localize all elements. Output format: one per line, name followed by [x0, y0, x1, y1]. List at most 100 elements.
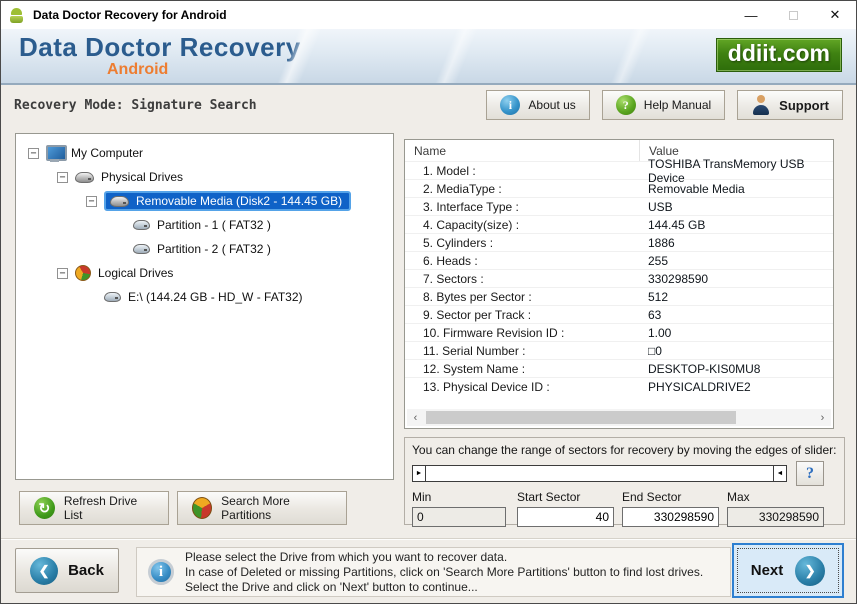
- back-label: Back: [68, 562, 104, 579]
- android-app-icon: [8, 7, 25, 24]
- next-arrow-icon: ❯: [795, 556, 825, 586]
- computer-icon: [46, 145, 64, 161]
- pie-chart-icon: [192, 497, 212, 519]
- tree-item[interactable]: Partition - 1 ( FAT32 ): [16, 213, 393, 237]
- property-name: 3. Interface Type :: [405, 200, 639, 214]
- scroll-right-icon[interactable]: ›: [814, 409, 831, 426]
- search-more-partitions-button[interactable]: Search More Partitions: [177, 491, 347, 525]
- tree-item-label: Removable Media (Disk2 - 144.45 GB): [136, 194, 342, 208]
- property-value: DESKTOP-KIS0MU8: [639, 362, 833, 376]
- maximize-icon: [789, 11, 798, 20]
- property-value: TOSHIBA TransMemory USB Device: [639, 157, 833, 185]
- tree-item-label: My Computer: [71, 146, 143, 160]
- table-row: 2. MediaType : Removable Media: [405, 179, 833, 197]
- ddiit-logo: ddiit.com: [716, 38, 842, 72]
- property-value: 1886: [639, 236, 833, 250]
- column-name: Name: [405, 144, 639, 158]
- collapse-icon[interactable]: −: [57, 268, 68, 279]
- table-row: 4. Capacity(size) : 144.45 GB: [405, 215, 833, 233]
- toolbar-buttons: i About us ? Help Manual Support: [486, 90, 843, 120]
- horizontal-scrollbar[interactable]: ‹ ›: [407, 409, 831, 426]
- table-row: 8. Bytes per Sector : 512: [405, 287, 833, 305]
- app-title: Data Doctor Recovery: [19, 32, 301, 63]
- help-manual-button[interactable]: ? Help Manual: [602, 90, 725, 120]
- property-name: 8. Bytes per Sector :: [405, 290, 639, 304]
- drive-icon: [110, 196, 129, 207]
- back-arrow-icon: ❮: [30, 557, 58, 585]
- end-sector-field[interactable]: [622, 507, 719, 527]
- tree-item-selected[interactable]: − Removable Media (Disk2 - 144.45 GB): [16, 189, 393, 213]
- property-name: 1. Model :: [405, 164, 639, 178]
- collapse-icon[interactable]: −: [57, 172, 68, 183]
- property-value: 144.45 GB: [639, 218, 833, 232]
- refresh-drive-list-button[interactable]: ↻ Refresh Drive List: [19, 491, 169, 525]
- help-manual-label: Help Manual: [644, 98, 711, 112]
- property-name: 4. Capacity(size) :: [405, 218, 639, 232]
- collapse-icon[interactable]: −: [86, 196, 97, 207]
- property-name: 9. Sector per Track :: [405, 308, 639, 322]
- drive-icon: [75, 172, 94, 183]
- drive-properties-table: Name Value 1. Model : TOSHIBA TransMemor…: [404, 139, 834, 429]
- tree-item-label: Logical Drives: [98, 266, 173, 280]
- back-button[interactable]: ❮ Back: [15, 548, 119, 593]
- next-label: Next: [751, 562, 784, 579]
- property-name: 6. Heads :: [405, 254, 639, 268]
- maximize-button[interactable]: [772, 1, 814, 29]
- property-name: 11. Serial Number :: [405, 344, 639, 358]
- tree-item[interactable]: − Logical Drives: [16, 261, 393, 285]
- mode-bar: Recovery Mode: Signature Search i About …: [1, 85, 856, 125]
- info-icon: i: [148, 559, 174, 585]
- end-sector-label: End Sector: [622, 490, 719, 504]
- table-row: 1. Model : TOSHIBA TransMemory USB Devic…: [405, 161, 833, 179]
- support-label: Support: [779, 98, 829, 113]
- start-sector-label: Start Sector: [517, 490, 614, 504]
- collapse-icon[interactable]: −: [28, 148, 39, 159]
- start-sector-field[interactable]: [517, 507, 614, 527]
- brand-block: Data Doctor Recovery Android: [19, 32, 301, 79]
- close-button[interactable]: ✕: [814, 1, 856, 29]
- table-row: 7. Sectors : 330298590: [405, 269, 833, 287]
- property-name: 2. MediaType :: [405, 182, 639, 196]
- slider-caption: You can change the range of sectors for …: [412, 443, 837, 457]
- max-field: [727, 507, 824, 527]
- property-value: USB: [639, 200, 833, 214]
- sector-range-slider[interactable]: ► ◄: [412, 465, 787, 482]
- refresh-icon: ↻: [34, 497, 55, 519]
- property-name: 13. Physical Device ID :: [405, 380, 639, 394]
- about-us-button[interactable]: i About us: [486, 90, 589, 120]
- info-circle-icon: i: [500, 95, 520, 115]
- property-value: PHYSICALDRIVE2: [639, 380, 833, 394]
- scrollbar-thumb[interactable]: [426, 411, 736, 424]
- property-name: 7. Sectors :: [405, 272, 639, 286]
- table-body: 1. Model : TOSHIBA TransMemory USB Devic…: [405, 161, 833, 395]
- property-value: Removable Media: [639, 182, 833, 196]
- instructions-text: Please select the Drive from which you w…: [185, 550, 703, 595]
- slider-right-handle[interactable]: ◄: [773, 466, 786, 481]
- table-row: 11. Serial Number : □0: [405, 341, 833, 359]
- header-banner: Data Doctor Recovery Android ddiit.com: [1, 29, 856, 85]
- property-name: 5. Cylinders :: [405, 236, 639, 250]
- max-label: Max: [727, 490, 824, 504]
- sector-range-group: You can change the range of sectors for …: [404, 437, 845, 525]
- table-row: 3. Interface Type : USB: [405, 197, 833, 215]
- slider-help-button[interactable]: ?: [796, 461, 824, 486]
- support-button[interactable]: Support: [737, 90, 843, 120]
- window-controls: — ✕: [730, 1, 856, 29]
- property-value: 1.00: [639, 326, 833, 340]
- slider-left-handle[interactable]: ►: [413, 466, 426, 481]
- tree-item[interactable]: − My Computer: [16, 141, 393, 165]
- drive-icon: [104, 292, 121, 302]
- drive-tree-panel: − My Computer − Physical Drives − Remova…: [15, 133, 394, 480]
- scroll-left-icon[interactable]: ‹: [407, 409, 424, 426]
- next-button[interactable]: Next ❯: [732, 543, 844, 598]
- min-label: Min: [412, 490, 506, 504]
- tree-item[interactable]: − Physical Drives: [16, 165, 393, 189]
- tree-item[interactable]: Partition - 2 ( FAT32 ): [16, 237, 393, 261]
- minimize-button[interactable]: —: [730, 1, 772, 29]
- drive-icon: [133, 244, 150, 254]
- property-name: 12. System Name :: [405, 362, 639, 376]
- recovery-mode-label: Recovery Mode: Signature Search: [14, 98, 257, 113]
- tree-item-label: Partition - 2 ( FAT32 ): [157, 242, 271, 256]
- tree-item[interactable]: E:\ (144.24 GB - HD_W - FAT32): [16, 285, 393, 309]
- person-icon: [751, 95, 771, 115]
